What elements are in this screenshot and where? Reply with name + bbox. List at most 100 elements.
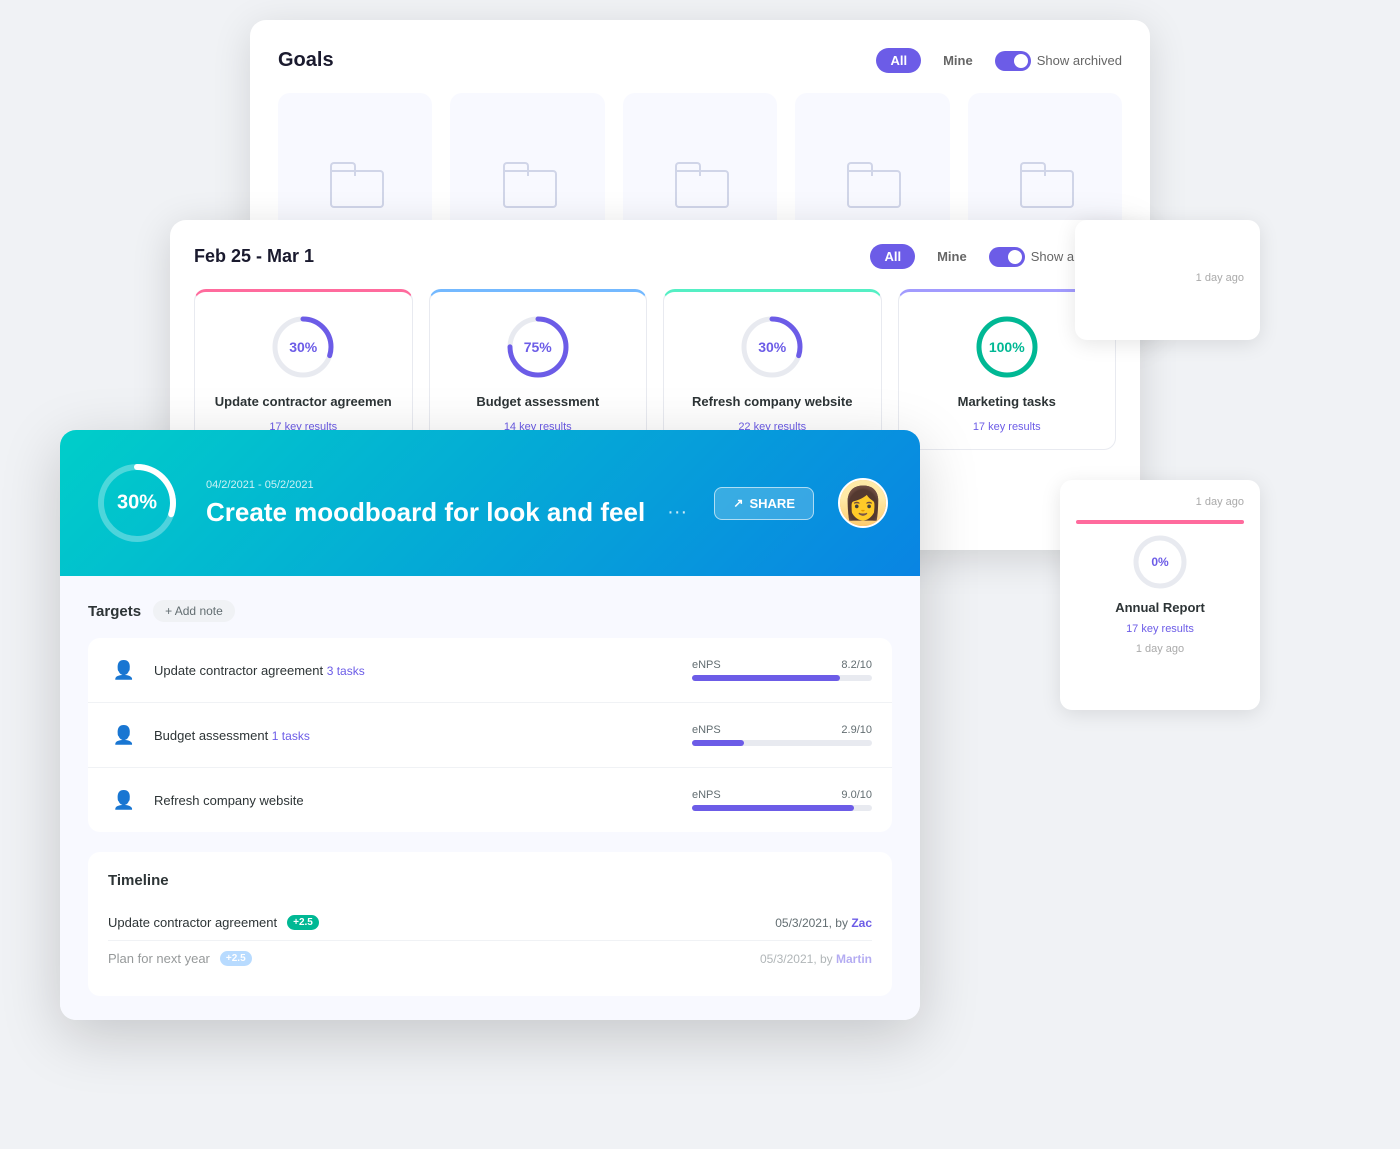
goal-card-4-name: Marketing tasks [958, 394, 1056, 409]
scene: Goals All Mine Show archived [0, 0, 1400, 1149]
main-panel-header: 30% 04/2/2021 - 05/2/2021 Create moodboa… [60, 430, 920, 576]
main-panel-body: Targets + Add note 👤 Update contractor a… [60, 576, 920, 1020]
target-row-2: 👤 Budget assessment 1 tasks eNPS 2.9/10 [88, 703, 892, 768]
goals-filter-mine[interactable]: Mine [929, 48, 987, 73]
timeline-row-2-label: Plan for next year [108, 951, 210, 966]
goal-card-2-pct: 75% [524, 339, 552, 355]
timeline-title: Timeline [108, 872, 872, 889]
target-3-metric: eNPS [692, 789, 721, 801]
target-1-bar-bg [692, 675, 872, 681]
target-1-avatar: 👤 [108, 654, 140, 686]
week-title: Feb 25 - Mar 1 [194, 246, 314, 267]
week-filter-mine[interactable]: Mine [923, 244, 981, 269]
target-1-progress-label: eNPS 8.2/10 [692, 659, 872, 671]
target-row-3: 👤 Refresh company website eNPS 9.0/10 [88, 768, 892, 832]
timeline-row-2-author: Martin [836, 952, 872, 966]
goals-toggle-wrap: Show archived [995, 51, 1122, 71]
avatar [838, 478, 888, 528]
target-2-bar-bg [692, 740, 872, 746]
target-3-bar-bg [692, 805, 872, 811]
goal-card-3[interactable]: 30% Refresh company website 22 key resul… [663, 289, 882, 450]
target-3-info: Refresh company website [154, 793, 678, 808]
target-2-info: Budget assessment 1 tasks [154, 728, 678, 743]
target-1-name: Update contractor agreement [154, 663, 327, 678]
main-panel-progress: 30% [92, 458, 182, 548]
right-bottom-name: Annual Report [1115, 600, 1205, 615]
folder-icon-1 [330, 162, 380, 204]
target-2-progress: eNPS 2.9/10 [692, 724, 872, 746]
target-2-progress-label: eNPS 2.9/10 [692, 724, 872, 736]
goal-card-4-sub: 17 key results [973, 421, 1041, 433]
timeline-row-1-author: Zac [851, 916, 872, 930]
right-bottom-time-ago-1: 1 day ago [1196, 496, 1244, 508]
timeline-row-2: Plan for next year +2.5 05/3/2021, by Ma… [108, 941, 872, 976]
timeline-row-1-right: 05/3/2021, by Zac [775, 916, 872, 930]
goal-card-2[interactable]: 75% Budget assessment 14 key results [429, 289, 648, 450]
goal-card-3-progress: 30% [737, 312, 807, 382]
target-2-link[interactable]: 1 tasks [272, 729, 310, 743]
target-3-progress-label: eNPS 9.0/10 [692, 789, 872, 801]
share-label: SHARE [749, 496, 795, 511]
timeline-row-1-badge: +2.5 [287, 915, 319, 930]
target-row-1: 👤 Update contractor agreement 3 tasks eN… [88, 638, 892, 703]
timeline-row-2-date: 05/3/2021, by [760, 952, 836, 966]
targets-title: Targets [88, 603, 141, 620]
right-bottom-progress: 0% [1130, 532, 1190, 592]
right-top-panel: 1 day ago [1075, 220, 1260, 340]
timeline-section: Timeline Update contractor agreement +2.… [88, 852, 892, 996]
target-2-name: Budget assessment [154, 728, 272, 743]
folder-icon-2 [503, 162, 553, 204]
goals-archive-toggle[interactable] [995, 51, 1031, 71]
week-filter-all[interactable]: All [870, 244, 915, 269]
timeline-row-1-left: Update contractor agreement +2.5 [108, 915, 319, 930]
target-2-metric: eNPS [692, 724, 721, 736]
right-bottom-pink-bar [1076, 520, 1244, 524]
add-note-button[interactable]: + Add note [153, 600, 235, 622]
target-1-progress: eNPS 8.2/10 [692, 659, 872, 681]
goals-filter-all[interactable]: All [876, 48, 921, 73]
right-bottom-sub: 17 key results [1126, 623, 1194, 635]
target-3-avatar: 👤 [108, 784, 140, 816]
right-bottom-panel: 1 day ago 0% Annual Report 17 key result… [1060, 480, 1260, 710]
goal-card-4-progress: 100% [972, 312, 1042, 382]
targets-section-header: Targets + Add note [88, 600, 892, 622]
goal-card-3-name: Refresh company website [692, 394, 852, 409]
main-panel-header-info: 04/2/2021 - 05/2/2021 Create moodboard f… [206, 479, 690, 528]
target-3-bar-fill [692, 805, 854, 811]
target-3-score: 9.0/10 [841, 789, 872, 801]
timeline-row-1-date: 05/3/2021, by [775, 916, 851, 930]
goal-card-1[interactable]: 30% Update contractor agreemen 17 key re… [194, 289, 413, 450]
share-button[interactable]: ↗ SHARE [714, 487, 814, 520]
target-1-metric: eNPS [692, 659, 721, 671]
timeline-row-1: Update contractor agreement +2.5 05/3/20… [108, 905, 872, 941]
timeline-row-1-label: Update contractor agreement [108, 915, 277, 930]
target-2-score: 2.9/10 [841, 724, 872, 736]
right-bottom-time-ago-2: 1 day ago [1136, 643, 1184, 655]
folder-icon-3 [675, 162, 725, 204]
timeline-row-2-badge: +2.5 [220, 951, 252, 966]
goal-card-3-pct: 30% [758, 339, 786, 355]
timeline-row-2-left: Plan for next year +2.5 [108, 951, 252, 966]
main-panel: 30% 04/2/2021 - 05/2/2021 Create moodboa… [60, 430, 920, 1020]
folder-icon-5 [1020, 162, 1070, 204]
share-icon: ↗ [733, 496, 743, 510]
goals-toggle-label: Show archived [1037, 53, 1122, 68]
goals-filters: All Mine Show archived [876, 48, 1122, 73]
target-3-progress: eNPS 9.0/10 [692, 789, 872, 811]
right-bottom-pct: 0% [1151, 555, 1168, 569]
week-header: Feb 25 - Mar 1 All Mine Show archived [194, 244, 1116, 269]
timeline-row-2-right: 05/3/2021, by Martin [760, 952, 872, 966]
target-1-score: 8.2/10 [841, 659, 872, 671]
targets-list: 👤 Update contractor agreement 3 tasks eN… [88, 638, 892, 832]
main-panel-title: Create moodboard for look and feel [206, 497, 645, 528]
week-archive-toggle[interactable] [989, 247, 1025, 267]
goals-header: Goals All Mine Show archived [278, 48, 1122, 73]
target-1-link[interactable]: 3 tasks [327, 664, 365, 678]
main-panel-date: 04/2/2021 - 05/2/2021 [206, 479, 690, 491]
target-1-bar-fill [692, 675, 840, 681]
goal-cards-row: 30% Update contractor agreemen 17 key re… [194, 289, 1116, 450]
target-2-avatar: 👤 [108, 719, 140, 751]
target-2-bar-fill [692, 740, 744, 746]
more-options-icon[interactable]: ··· [667, 501, 687, 524]
goals-title: Goals [278, 49, 334, 72]
